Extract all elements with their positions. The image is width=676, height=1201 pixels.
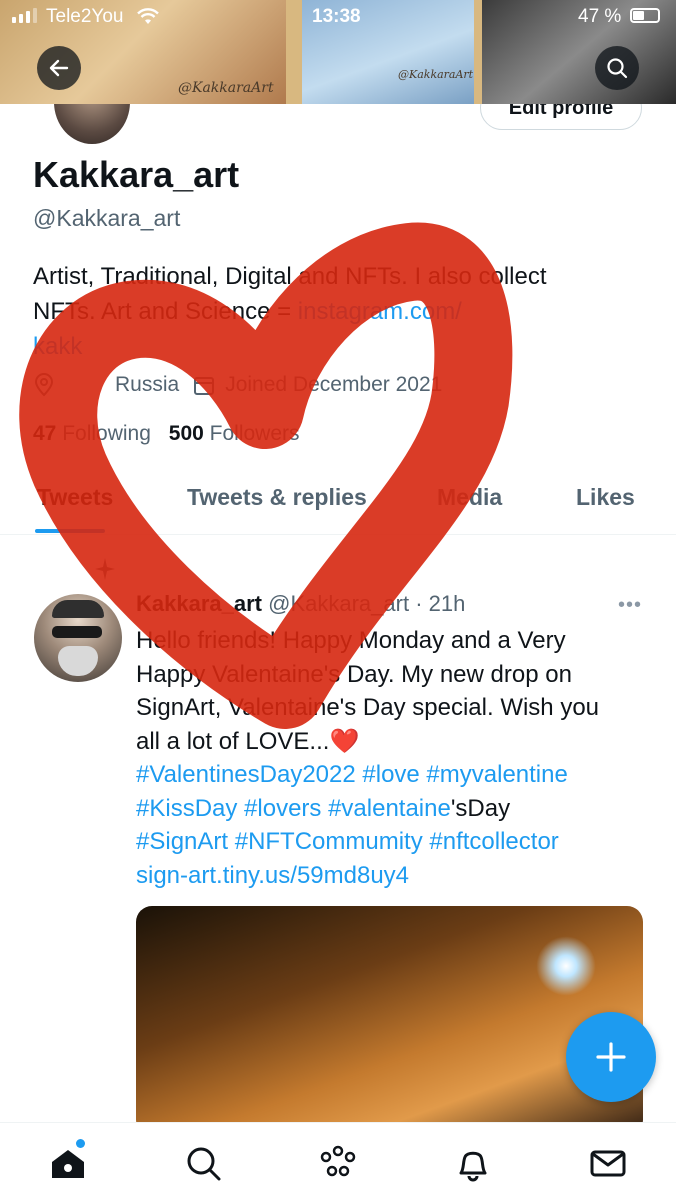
bio-line: Artist, Traditional, Digital and NFTs. I…	[33, 263, 547, 290]
location-text: Russia	[115, 373, 180, 396]
home-icon[interactable]	[48, 1143, 88, 1183]
tweet-author-name[interactable]: Kakkara_art	[136, 591, 262, 616]
hashtag-line[interactable]: #SignArt #NFTCommumity #nftcollector	[136, 825, 656, 859]
bio-text: NFTs. Art and Science =	[33, 298, 298, 325]
joined-date: Joined December 2021	[225, 373, 443, 396]
bio-line: NFTs. Art and Science = instagram.com/	[33, 294, 653, 329]
location-pin-icon	[34, 373, 54, 397]
heart-emoji: ❤️	[329, 727, 360, 755]
sparkle-icon	[95, 558, 115, 580]
tweet-author-handle: @Kakkara_art	[268, 591, 410, 616]
carrier-name: Tele2You	[46, 6, 124, 27]
bottom-navigation	[0, 1122, 676, 1201]
tweet-text-part: all a lot of LOVE...	[136, 727, 330, 755]
avatar-beard	[58, 646, 98, 676]
tweet-header: Kakkara_art @Kakkara_art · 21h	[136, 591, 465, 617]
tweet-line: all a lot of LOVE...❤️	[136, 725, 656, 759]
home-notification-dot	[76, 1139, 85, 1148]
banner-signature: @KakkaraArt	[398, 68, 474, 81]
tweet-line: SignArt, Valentaine's Day special. Wish …	[136, 694, 600, 721]
following-count: 47	[33, 422, 57, 445]
bell-icon[interactable]	[453, 1143, 493, 1183]
plus-icon	[596, 1042, 626, 1072]
banner-signature: @KakkaraArt	[178, 80, 274, 96]
arrow-left-icon	[49, 59, 69, 77]
hashtags[interactable]: #KissDay #lovers #valentaine	[136, 795, 451, 822]
hashtag-line: #KissDay #lovers #valentaine'sDay	[136, 792, 656, 826]
following-link[interactable]: 47 Following	[33, 422, 151, 445]
battery-percent: 47 %	[578, 6, 622, 27]
spaces-icon[interactable]	[318, 1143, 358, 1183]
battery-icon	[630, 8, 660, 23]
hashtag-line[interactable]: #ValentinesDay2022 #love #myvalentine	[136, 758, 656, 792]
search-button[interactable]	[595, 46, 639, 90]
clock: 13:38	[312, 6, 361, 27]
hashtag-suffix: 'sDay	[450, 794, 511, 822]
mail-icon[interactable]	[588, 1143, 628, 1183]
tab-media[interactable]: Media	[437, 484, 502, 511]
compose-tweet-button[interactable]	[566, 1012, 656, 1102]
tweet-more-button[interactable]: •••	[618, 594, 642, 617]
banner-separator	[474, 0, 482, 104]
profile-tabs: Tweets Tweets & replies Media Likes	[0, 470, 676, 535]
followers-link[interactable]: 500 Followers	[169, 422, 300, 445]
search-icon[interactable]	[183, 1143, 223, 1183]
banner-separator	[286, 0, 302, 104]
back-button[interactable]	[37, 46, 81, 90]
display-name: Kakkara_art	[33, 154, 240, 195]
tab-tweets[interactable]: Tweets	[37, 484, 113, 511]
bio-link[interactable]: instagram.com/	[298, 298, 462, 325]
tweet-time: 21h	[428, 591, 466, 616]
tweet-author-avatar[interactable]	[34, 594, 122, 682]
tweet-line: Hello friends! Happy Monday and a Very	[136, 627, 566, 654]
avatar-sunglasses	[52, 626, 102, 638]
signal-icon	[12, 8, 37, 23]
active-tab-indicator	[35, 529, 105, 533]
calendar-icon	[194, 377, 215, 395]
followers-label: Followers	[209, 422, 300, 445]
following-label: Following	[62, 422, 151, 445]
tweet-text: Hello friends! Happy Monday and a Very H…	[136, 624, 656, 892]
tweet-link[interactable]: sign-art.tiny.us/59md8uy4	[136, 859, 656, 893]
user-handle: @Kakkara_art	[33, 205, 181, 231]
tweet-image[interactable]	[136, 906, 643, 1136]
tab-tweets-replies[interactable]: Tweets & replies	[187, 484, 367, 511]
wifi-icon	[137, 8, 159, 24]
tweet-dot: ·	[415, 591, 423, 616]
search-icon	[607, 58, 628, 79]
profile-bio: Artist, Traditional, Digital and NFTs. I…	[33, 259, 653, 364]
bio-link-continued[interactable]: kakk	[33, 329, 653, 364]
tweet-line: Happy Valentaine's Day. My new drop on	[136, 660, 572, 688]
avatar-cap	[52, 600, 104, 618]
tab-likes[interactable]: Likes	[576, 484, 635, 511]
follow-stats: 47 Following 500 Followers	[33, 422, 300, 446]
image-light-flare	[536, 936, 596, 996]
profile-meta: Russia Joined December 2021	[33, 373, 442, 397]
followers-count: 500	[168, 422, 204, 445]
